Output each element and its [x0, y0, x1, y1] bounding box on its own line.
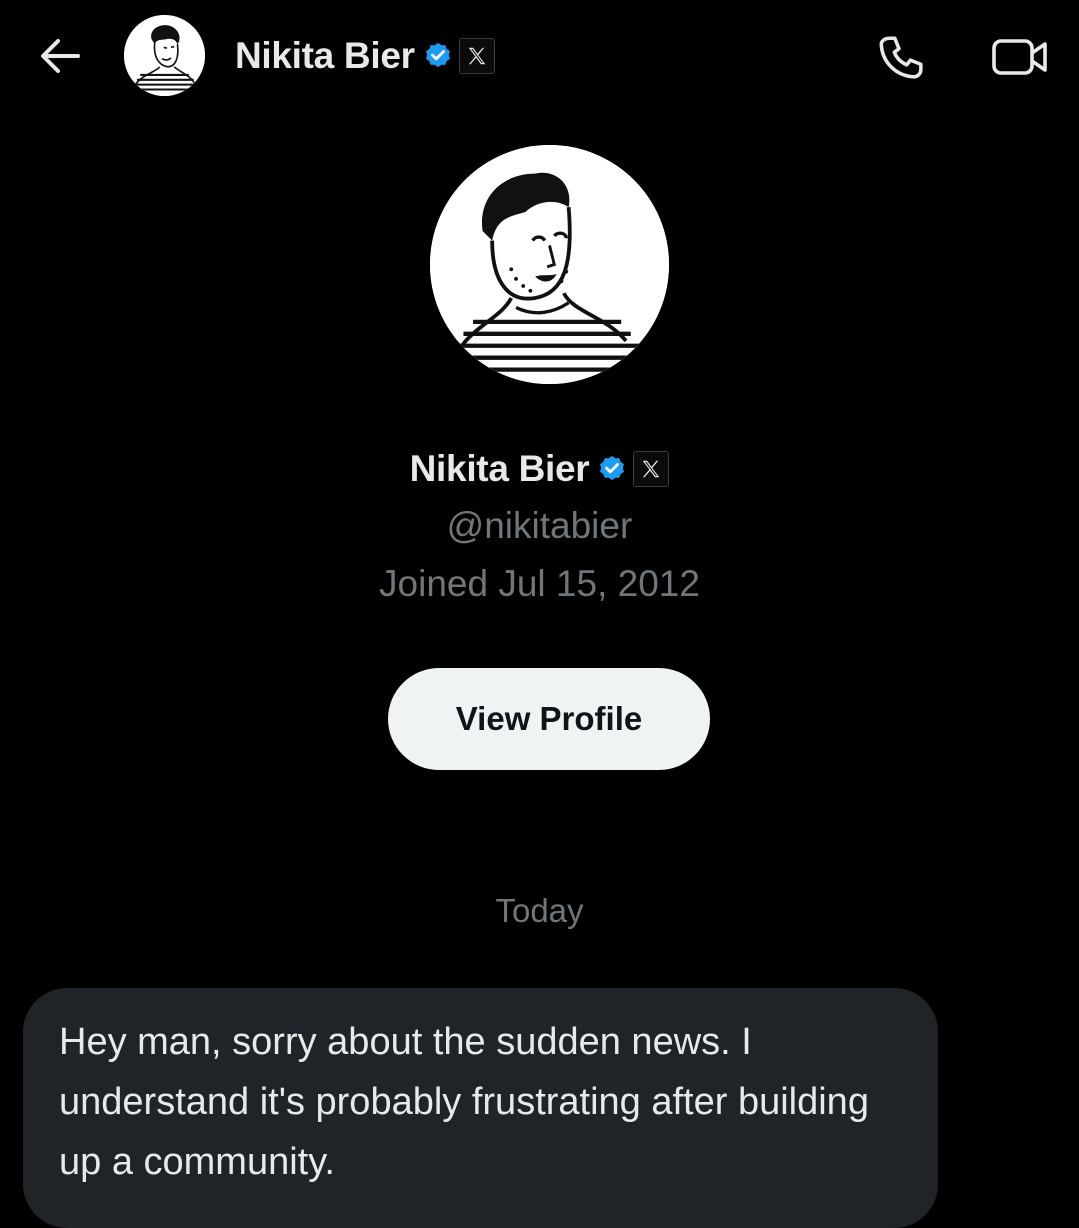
conversation-header: Nikita Bier: [0, 0, 1079, 112]
date-separator: Today: [495, 892, 584, 929]
back-button[interactable]: [34, 30, 86, 82]
header-avatar[interactable]: [124, 15, 205, 96]
phone-icon: [879, 36, 923, 79]
profile-handle: @nikitabier: [446, 505, 633, 546]
message-text: Hey man, sorry about the sudden news. I …: [59, 1021, 869, 1183]
view-profile-button[interactable]: View Profile: [388, 668, 710, 770]
profile-name-row: Nikita Bier: [0, 443, 1079, 495]
verified-badge-icon: [597, 454, 627, 484]
x-logo-icon: [458, 38, 495, 74]
avatar-illustration: [430, 145, 669, 384]
verified-badge-icon: [423, 41, 453, 71]
profile-joined-date: Joined Jul 15, 2012: [379, 563, 700, 604]
avatar-illustration: [124, 15, 205, 96]
video-camera-icon: [992, 39, 1047, 75]
header-title[interactable]: Nikita Bier: [235, 31, 495, 81]
x-logo-icon: [633, 451, 670, 487]
profile-avatar[interactable]: [430, 145, 669, 384]
video-call-button[interactable]: [990, 30, 1050, 84]
message-bubble[interactable]: Hey man, sorry about the sudden news. I …: [23, 988, 938, 1228]
call-button[interactable]: [873, 30, 927, 84]
header-name: Nikita Bier: [235, 35, 415, 76]
profile-name: Nikita Bier: [409, 448, 590, 489]
arrow-left-icon: [41, 39, 80, 73]
